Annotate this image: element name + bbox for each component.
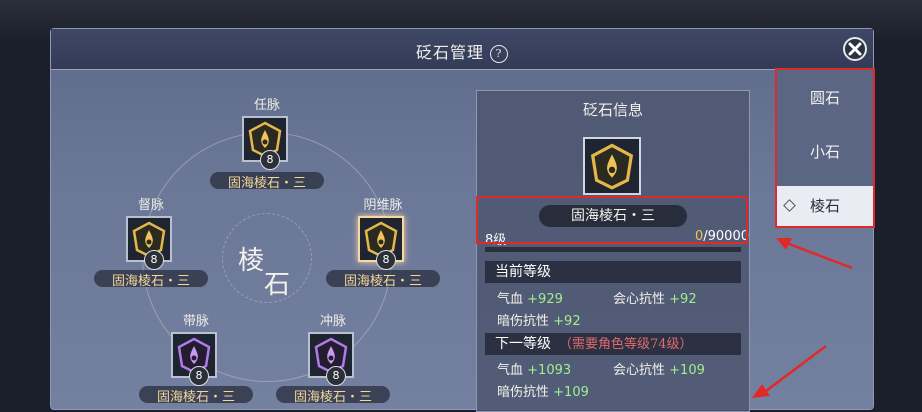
window-title-text: 砭石管理	[415, 43, 484, 62]
gem-level-badge: 8	[376, 250, 396, 270]
gem-level-badge: 8	[144, 250, 164, 270]
meridian-label: 阴维脉	[363, 198, 403, 213]
next-stat-hp: 气血 +1093	[497, 363, 572, 378]
gold-stone-icon	[590, 143, 634, 190]
highlight-box-gem-info	[476, 196, 748, 244]
gem-level-badge: 8	[189, 366, 209, 386]
info-title: 砭石信息	[582, 101, 643, 119]
highlight-box-sidebar	[775, 68, 875, 228]
gem-name: 固海棱石・三	[293, 390, 372, 405]
meridian-label: 任脉	[253, 98, 280, 113]
next-stat-dark-resist: 暗伤抗性 +109	[497, 385, 589, 400]
red-arrow-icon	[776, 238, 853, 270]
next-level-header: 下一等级 （需要角色等级74级）	[485, 333, 741, 355]
current-stat-dark-resist: 暗伤抗性 +92	[497, 314, 581, 329]
gem-slot[interactable]: 8	[126, 216, 172, 270]
gem-slot[interactable]: 8	[171, 332, 217, 386]
current-stat-hp: 气血 +929	[497, 292, 563, 307]
meridian-label: 冲脉	[319, 314, 346, 329]
red-arrow-icon	[752, 345, 827, 398]
gem-name: 固海棱石・三	[343, 274, 422, 289]
next-stat-crit-resist: 会心抗性 +109	[613, 363, 705, 378]
current-level-header: 当前等级	[485, 261, 741, 283]
info-gem-slot	[583, 137, 641, 195]
meridian-label: 带脉	[182, 314, 209, 329]
stone-info-panel: 砭石信息 固海棱石・三 8级 0/90000 当前等级 气血 +929 会心抗性…	[476, 90, 750, 412]
center-char-1: 棱	[238, 246, 265, 276]
window-title: 砭石管理?	[51, 39, 873, 63]
gem-slot[interactable]: 8	[242, 116, 288, 170]
gem-level-badge: 8	[326, 366, 346, 386]
gem-name: 固海棱石・三	[111, 274, 190, 289]
gem-slot[interactable]: 8	[308, 332, 354, 386]
help-icon[interactable]: ?	[490, 45, 508, 63]
title-bar: 砭石管理?	[51, 29, 873, 70]
close-icon[interactable]	[843, 37, 867, 61]
center-char-2: 石	[264, 270, 291, 300]
gem-name: 固海棱石・三	[227, 176, 306, 191]
current-stat-crit-resist: 会心抗性 +92	[613, 292, 697, 307]
gem-slot-selected[interactable]: 8	[358, 216, 404, 270]
gem-level-badge: 8	[260, 150, 280, 170]
gem-name: 固海棱石・三	[156, 390, 235, 405]
center-category-label: 棱 石	[228, 236, 308, 300]
level-requirement: （需要角色等级74级）	[559, 337, 693, 352]
meridian-label: 督脉	[137, 198, 164, 213]
exp-progress-bar	[485, 247, 741, 252]
